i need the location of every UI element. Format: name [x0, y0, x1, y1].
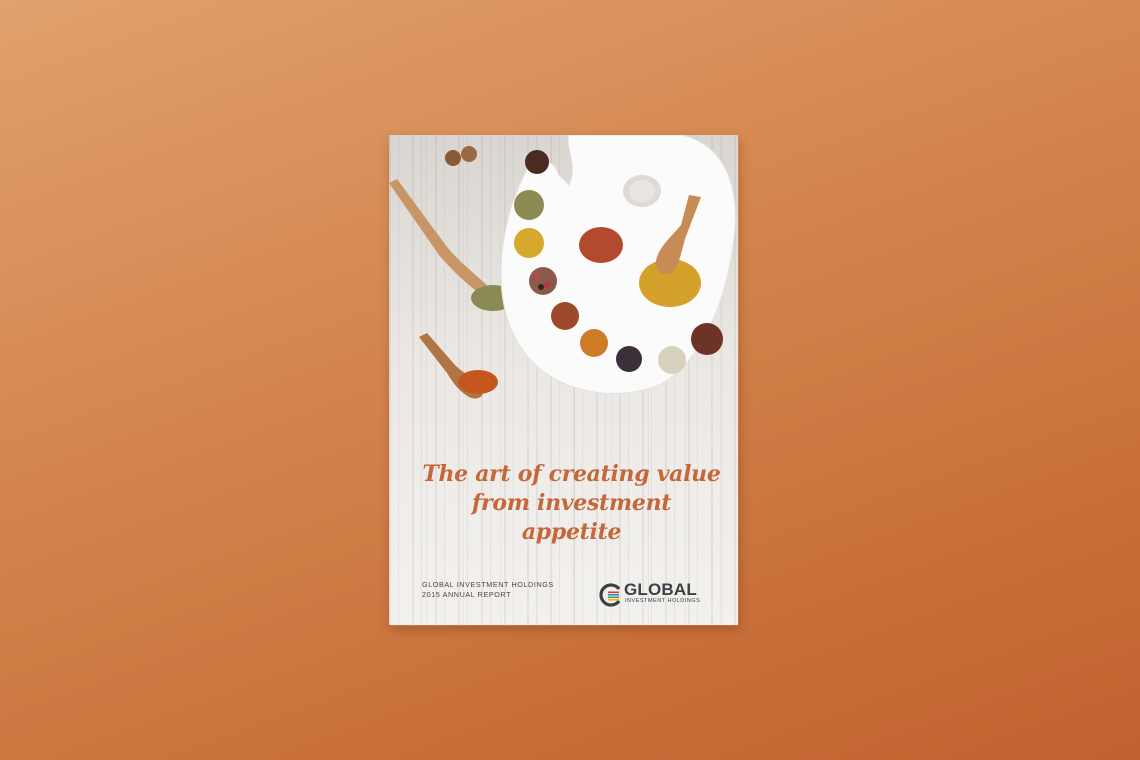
report-name: 2015 ANNUAL REPORT [422, 590, 512, 599]
pink-pepper-dot [544, 282, 550, 288]
global-logo-icon [599, 583, 621, 607]
tagline-line-2: from investment appetite [471, 490, 672, 545]
palette-thumb-hole-inner [629, 180, 655, 202]
pink-pepper-dot [534, 273, 540, 279]
logo-subtitle: INVESTMENT HOLDINGS [625, 598, 701, 604]
wooden-spoon [389, 179, 487, 293]
white-pepper [658, 346, 686, 374]
oregano [514, 190, 544, 220]
cinnamon [551, 302, 579, 330]
company-name: GLOBAL INVESTMENT HOLDINGS [422, 580, 554, 589]
curry [580, 329, 608, 357]
logo-wordmark: GLOBAL [624, 580, 697, 599]
juniper [616, 346, 642, 372]
annual-report-cover: The art of creating value from investmen… [389, 135, 738, 625]
global-logo: GLOBAL INVESTMENT HOLDINGS [597, 580, 717, 608]
tagline-line-1: The art of creating value [422, 461, 721, 487]
report-title-block: GLOBAL INVESTMENT HOLDINGS 2015 ANNUAL R… [422, 580, 554, 600]
black-pepper-dot [538, 284, 544, 290]
spice-palette-illustration [389, 135, 736, 399]
paprika [579, 227, 623, 263]
star-anise [525, 150, 549, 174]
nutmeg [461, 146, 477, 162]
cloves [691, 323, 723, 355]
turmeric [514, 228, 544, 258]
nutmeg [445, 150, 461, 166]
peppercorns [529, 267, 557, 295]
cover-tagline: The art of creating value from investmen… [419, 460, 724, 547]
paprika-pile [458, 370, 498, 394]
